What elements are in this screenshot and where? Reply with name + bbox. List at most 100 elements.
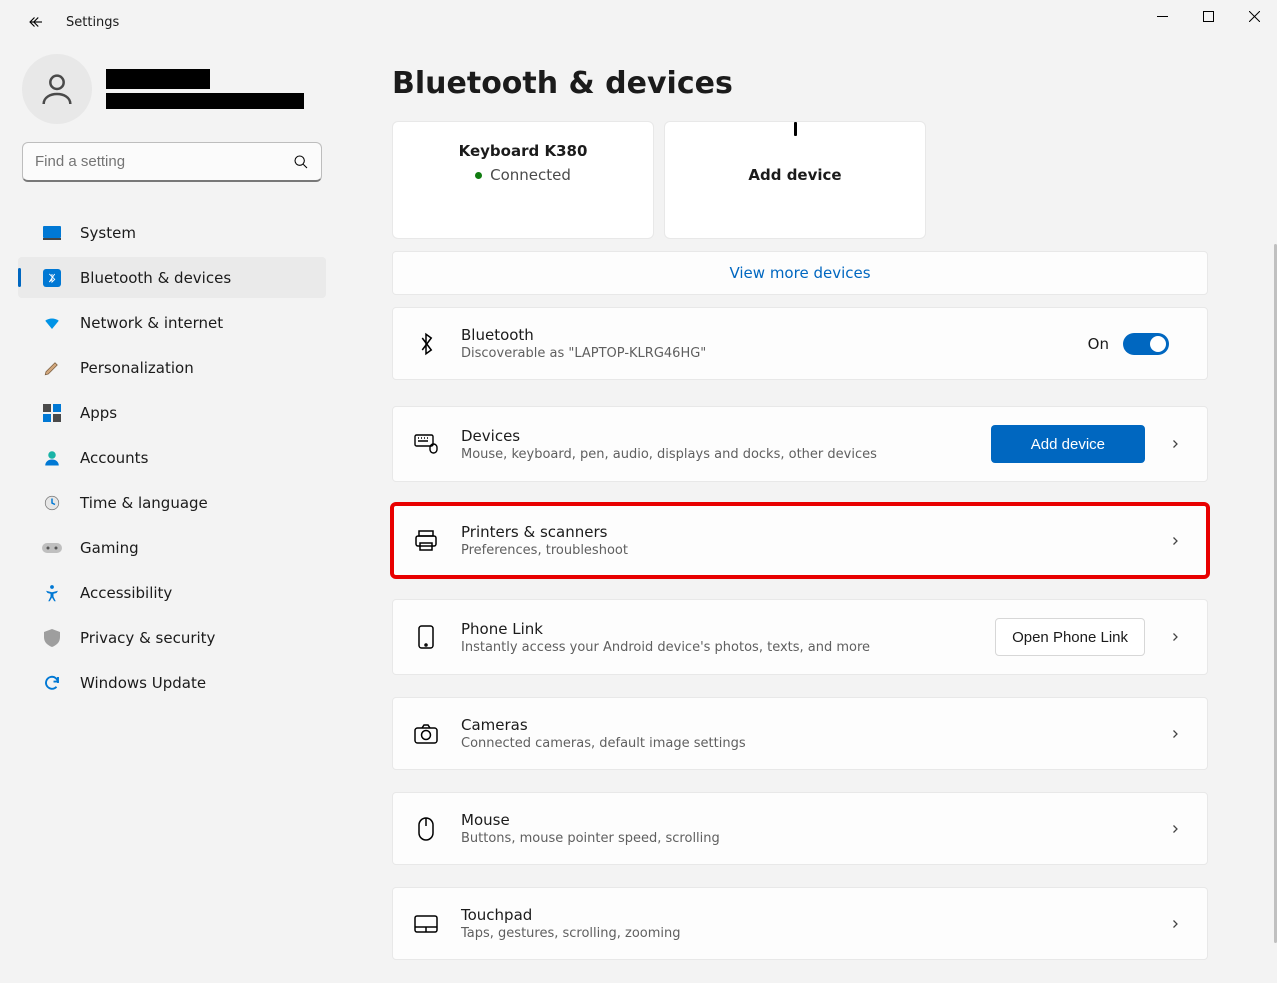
refresh-icon [42, 673, 62, 693]
app-title: Settings [66, 15, 119, 30]
row-subtitle: Taps, gestures, scrolling, zooming [461, 926, 1163, 941]
nav-label: Time & language [80, 494, 208, 512]
row-title: Phone Link [461, 620, 995, 638]
view-more-label: View more devices [729, 264, 870, 282]
nav-time-language[interactable]: Time & language [18, 482, 326, 523]
maximize-icon [1203, 11, 1214, 22]
row-title: Cameras [461, 716, 1163, 734]
account-icon [42, 448, 62, 468]
touchpad-row[interactable]: Touchpad Taps, gestures, scrolling, zoom… [392, 887, 1208, 960]
printers-scanners-row[interactable]: Printers & scanners Preferences, trouble… [392, 504, 1208, 577]
chevron-right-icon [1163, 823, 1187, 835]
devices-row[interactable]: Devices Mouse, keyboard, pen, audio, dis… [392, 406, 1208, 482]
row-title: Touchpad [461, 906, 1163, 924]
user-block[interactable] [0, 52, 344, 142]
row-title: Devices [461, 427, 991, 445]
nav-bluetooth-devices[interactable]: Bluetooth & devices [18, 257, 326, 298]
phone-link-row[interactable]: Phone Link Instantly access your Android… [392, 599, 1208, 675]
nav-label: Accounts [80, 449, 148, 467]
view-more-devices-link[interactable]: View more devices [392, 251, 1208, 295]
paired-device-card[interactable]: Keyboard K380 Connected [392, 121, 654, 239]
close-icon [1249, 11, 1260, 22]
nav-label: Gaming [80, 539, 139, 557]
row-subtitle: Mouse, keyboard, pen, audio, displays an… [461, 447, 991, 462]
nav-label: Windows Update [80, 674, 206, 692]
nav-personalization[interactable]: Personalization [18, 347, 326, 388]
wifi-icon [42, 313, 62, 333]
main-content: Bluetooth & devices Keyboard K380 Connec… [344, 44, 1277, 983]
nav-system[interactable]: System [18, 212, 326, 253]
nav-label: Apps [80, 404, 117, 422]
display-icon [42, 223, 62, 243]
device-status: Connected [490, 166, 571, 184]
clock-globe-icon [42, 493, 62, 513]
minimize-button[interactable] [1139, 0, 1185, 32]
user-name-redacted [106, 69, 210, 89]
chevron-right-icon [1163, 631, 1187, 643]
nav-gaming[interactable]: Gaming [18, 527, 326, 568]
toggle-state-label: On [1088, 335, 1109, 353]
mouse-icon [413, 816, 439, 842]
touchpad-icon [413, 911, 439, 937]
sidebar: System Bluetooth & devices Network & int… [0, 44, 344, 983]
user-email-redacted [106, 93, 304, 109]
page-title: Bluetooth & devices [392, 66, 1265, 101]
titlebar: Settings [0, 0, 1277, 44]
nav-label: Privacy & security [80, 629, 215, 647]
row-subtitle: Preferences, troubleshoot [461, 543, 1163, 558]
paintbrush-icon [42, 358, 62, 378]
arrow-left-icon [27, 13, 45, 31]
device-name: Keyboard K380 [459, 142, 588, 160]
apps-icon [42, 403, 62, 423]
nav-label: Network & internet [80, 314, 223, 332]
add-device-card[interactable]: Add device [664, 121, 926, 239]
search-input[interactable] [22, 142, 322, 182]
close-button[interactable] [1231, 0, 1277, 32]
shield-icon [42, 628, 62, 648]
nav-accessibility[interactable]: Accessibility [18, 572, 326, 613]
bluetooth-toggle-row[interactable]: Bluetooth Discoverable as "LAPTOP-KLRG46… [392, 307, 1208, 380]
status-dot-icon [475, 172, 482, 179]
row-title: Bluetooth [461, 326, 1088, 344]
nav-network[interactable]: Network & internet [18, 302, 326, 343]
nav-privacy[interactable]: Privacy & security [18, 617, 326, 658]
phone-icon [413, 624, 439, 650]
row-title: Mouse [461, 811, 1163, 829]
search-field[interactable] [35, 153, 293, 170]
row-title: Printers & scanners [461, 523, 1163, 541]
mouse-row[interactable]: Mouse Buttons, mouse pointer speed, scro… [392, 792, 1208, 865]
person-icon [37, 69, 77, 109]
gamepad-icon [42, 538, 62, 558]
nav-apps[interactable]: Apps [18, 392, 326, 433]
bluetooth-icon [413, 331, 439, 357]
open-phone-link-button[interactable]: Open Phone Link [995, 618, 1145, 656]
nav-label: Accessibility [80, 584, 172, 602]
camera-icon [413, 721, 439, 747]
chevron-right-icon [1163, 535, 1187, 547]
add-device-button[interactable]: Add device [991, 425, 1145, 463]
bluetooth-toggle[interactable] [1123, 333, 1169, 355]
nav-windows-update[interactable]: Windows Update [18, 662, 326, 703]
nav-accounts[interactable]: Accounts [18, 437, 326, 478]
row-subtitle: Buttons, mouse pointer speed, scrolling [461, 831, 1163, 846]
row-subtitle: Connected cameras, default image setting… [461, 736, 1163, 751]
avatar [22, 54, 92, 124]
minimize-icon [1157, 11, 1168, 22]
keyboard-mouse-icon [413, 431, 439, 457]
search-icon [293, 154, 309, 170]
chevron-right-icon [1163, 728, 1187, 740]
back-button[interactable] [18, 4, 54, 40]
accessibility-icon [42, 583, 62, 603]
cameras-row[interactable]: Cameras Connected cameras, default image… [392, 697, 1208, 770]
nav: System Bluetooth & devices Network & int… [0, 210, 344, 705]
nav-label: System [80, 224, 136, 242]
row-subtitle: Instantly access your Android device's p… [461, 640, 995, 655]
bluetooth-icon [42, 268, 62, 288]
printer-icon [413, 528, 439, 554]
maximize-button[interactable] [1185, 0, 1231, 32]
chevron-right-icon [1163, 438, 1187, 450]
nav-label: Personalization [80, 359, 194, 377]
add-device-label: Add device [748, 166, 841, 184]
plus-icon [794, 122, 797, 136]
row-subtitle: Discoverable as "LAPTOP-KLRG46HG" [461, 346, 1088, 361]
